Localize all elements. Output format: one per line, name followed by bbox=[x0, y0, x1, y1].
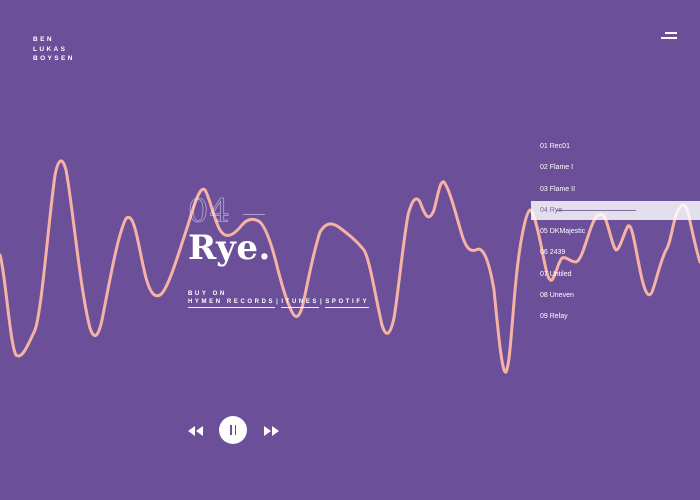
buy-link-itunes[interactable]: ITUNES bbox=[281, 299, 320, 308]
rewind-icon bbox=[188, 426, 203, 436]
track-number-divider bbox=[243, 214, 265, 215]
link-separator: | bbox=[276, 299, 281, 305]
pause-icon bbox=[230, 425, 232, 435]
tracklist-item[interactable]: 07 Untiled bbox=[540, 266, 700, 287]
tracklist-item[interactable]: 06 2439 bbox=[540, 244, 700, 265]
buy-on-label: BUY ON bbox=[188, 291, 227, 297]
fast-forward-icon bbox=[264, 426, 279, 436]
rewind-button[interactable] bbox=[187, 424, 205, 436]
buy-link-hymen-records[interactable]: HYMEN RECORDS bbox=[188, 299, 276, 308]
pause-icon bbox=[234, 425, 237, 435]
buy-links: HYMEN RECORDS|ITUNES|SPOTIFY bbox=[188, 299, 370, 308]
tracklist-item[interactable]: 03 Flame II bbox=[540, 181, 700, 202]
fast-forward-button[interactable] bbox=[262, 424, 280, 436]
tracklist: 01 Rec01 02 Flame I 03 Flame II 04 Rye 0… bbox=[540, 138, 700, 330]
track-number: 04 bbox=[188, 192, 231, 230]
tracklist-item[interactable]: 05 DKMajestic bbox=[540, 223, 700, 244]
tracklist-item-active[interactable]: 04 Rye bbox=[540, 202, 700, 223]
tracklist-item[interactable]: 01 Rec01 bbox=[540, 138, 700, 159]
track-title: Rye. bbox=[188, 228, 271, 268]
pause-button[interactable] bbox=[219, 416, 247, 444]
tracklist-item[interactable]: 08 Uneven bbox=[540, 287, 700, 308]
tracklist-item[interactable]: 02 Flame I bbox=[540, 159, 700, 180]
link-separator: | bbox=[320, 299, 325, 305]
tracklist-item[interactable]: 09 Relay bbox=[540, 308, 700, 329]
buy-link-spotify[interactable]: SPOTIFY bbox=[325, 299, 370, 308]
